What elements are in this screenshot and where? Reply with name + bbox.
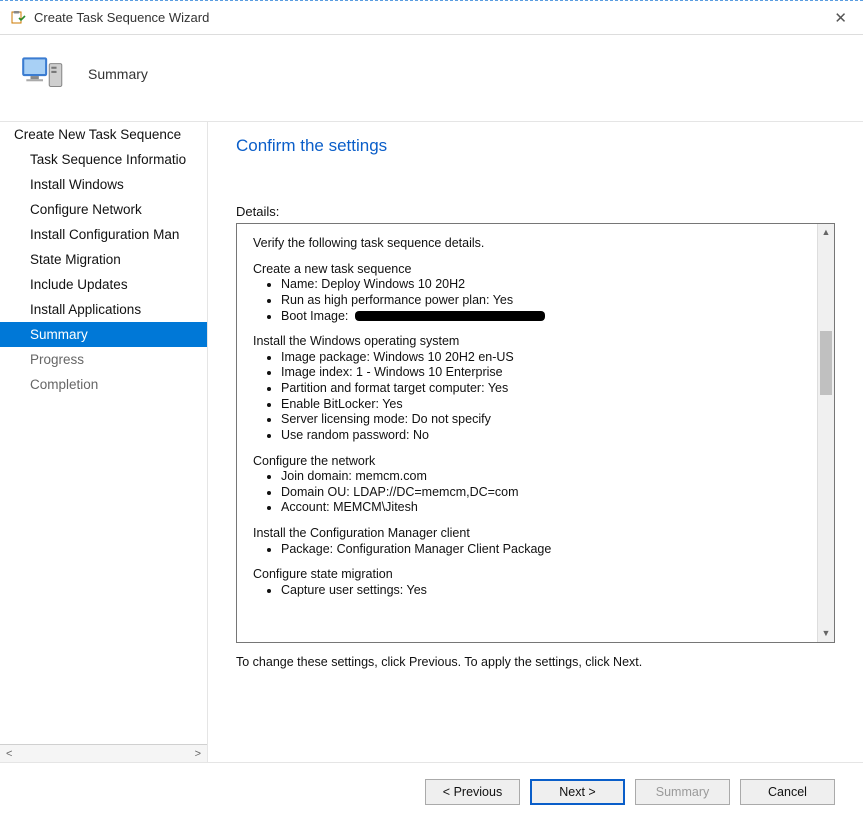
- redacted-text: [355, 311, 545, 321]
- details-item: Partition and format target computer: Ye…: [281, 381, 801, 397]
- scroll-thumb[interactable]: [820, 331, 832, 395]
- details-item: Server licensing mode: Do not specify: [281, 412, 801, 428]
- details-item: Enable BitLocker: Yes: [281, 397, 801, 413]
- details-group-title: Install the Configuration Manager client: [253, 526, 801, 542]
- details-group-list: Capture user settings: Yes: [281, 583, 801, 599]
- nav-step[interactable]: Completion: [0, 372, 207, 397]
- details-group-title: Configure state migration: [253, 567, 801, 583]
- details-item: Name: Deploy Windows 10 20H2: [281, 277, 801, 293]
- details-intro: Verify the following task sequence detai…: [253, 236, 801, 252]
- details-text: Verify the following task sequence detai…: [237, 224, 817, 642]
- details-box: Verify the following task sequence detai…: [236, 223, 835, 643]
- details-group-list: Name: Deploy Windows 10 20H2Run as high …: [281, 277, 801, 324]
- nav-horizontal-scrollbar[interactable]: < >: [0, 744, 207, 762]
- details-group-list: Join domain: memcm.comDomain OU: LDAP://…: [281, 469, 801, 516]
- details-group-list: Package: Configuration Manager Client Pa…: [281, 542, 801, 558]
- details-item: Image package: Windows 10 20H2 en-US: [281, 350, 801, 366]
- nav-step[interactable]: Summary: [0, 322, 207, 347]
- content-pane: Confirm the settings Details: Verify the…: [208, 122, 863, 762]
- next-button[interactable]: Next >: [530, 779, 625, 805]
- details-group-title: Install the Windows operating system: [253, 334, 801, 350]
- details-item: Boot Image:: [281, 309, 801, 325]
- app-icon: [10, 10, 26, 26]
- details-label: Details:: [236, 204, 835, 219]
- details-item: Join domain: memcm.com: [281, 469, 801, 485]
- details-item: Package: Configuration Manager Client Pa…: [281, 542, 801, 558]
- scroll-down-icon[interactable]: ▼: [818, 625, 834, 642]
- close-icon[interactable]: ✕: [828, 9, 853, 27]
- cancel-button[interactable]: Cancel: [740, 779, 835, 805]
- details-group-title: Configure the network: [253, 454, 801, 470]
- details-group-title: Create a new task sequence: [253, 262, 801, 278]
- previous-button[interactable]: < Previous: [425, 779, 520, 805]
- details-group-list: Image package: Windows 10 20H2 en-USImag…: [281, 350, 801, 444]
- scroll-left-icon[interactable]: <: [6, 748, 12, 760]
- scroll-right-icon[interactable]: >: [195, 748, 201, 760]
- wizard-nav: Create New Task SequenceTask Sequence In…: [0, 122, 208, 762]
- nav-step[interactable]: State Migration: [0, 247, 207, 272]
- scroll-track[interactable]: [818, 241, 834, 625]
- wizard-icon: [18, 49, 68, 99]
- details-item: Run as high performance power plan: Yes: [281, 293, 801, 309]
- titlebar: Create Task Sequence Wizard ✕: [0, 1, 863, 35]
- header: Summary: [0, 35, 863, 122]
- summary-button: Summary: [635, 779, 730, 805]
- nav-step[interactable]: Install Windows: [0, 172, 207, 197]
- page-title: Summary: [88, 66, 148, 82]
- window-title: Create Task Sequence Wizard: [34, 10, 828, 25]
- details-item: Use random password: No: [281, 428, 801, 444]
- nav-step[interactable]: Progress: [0, 347, 207, 372]
- content-heading: Confirm the settings: [236, 136, 835, 156]
- details-item: Capture user settings: Yes: [281, 583, 801, 599]
- nav-step[interactable]: Install Applications: [0, 297, 207, 322]
- scroll-up-icon[interactable]: ▲: [818, 224, 834, 241]
- details-item: Domain OU: LDAP://DC=memcm,DC=com: [281, 485, 801, 501]
- nav-step[interactable]: Task Sequence Informatio: [0, 147, 207, 172]
- nav-root[interactable]: Create New Task Sequence: [0, 122, 207, 147]
- footer: < Previous Next > Summary Cancel: [0, 762, 863, 821]
- details-item: Account: MEMCM\Jitesh: [281, 500, 801, 516]
- settings-hint: To change these settings, click Previous…: [236, 655, 835, 669]
- details-scrollbar[interactable]: ▲ ▼: [817, 224, 834, 642]
- nav-step[interactable]: Install Configuration Man: [0, 222, 207, 247]
- nav-step[interactable]: Include Updates: [0, 272, 207, 297]
- nav-step[interactable]: Configure Network: [0, 197, 207, 222]
- details-item: Image index: 1 - Windows 10 Enterprise: [281, 365, 801, 381]
